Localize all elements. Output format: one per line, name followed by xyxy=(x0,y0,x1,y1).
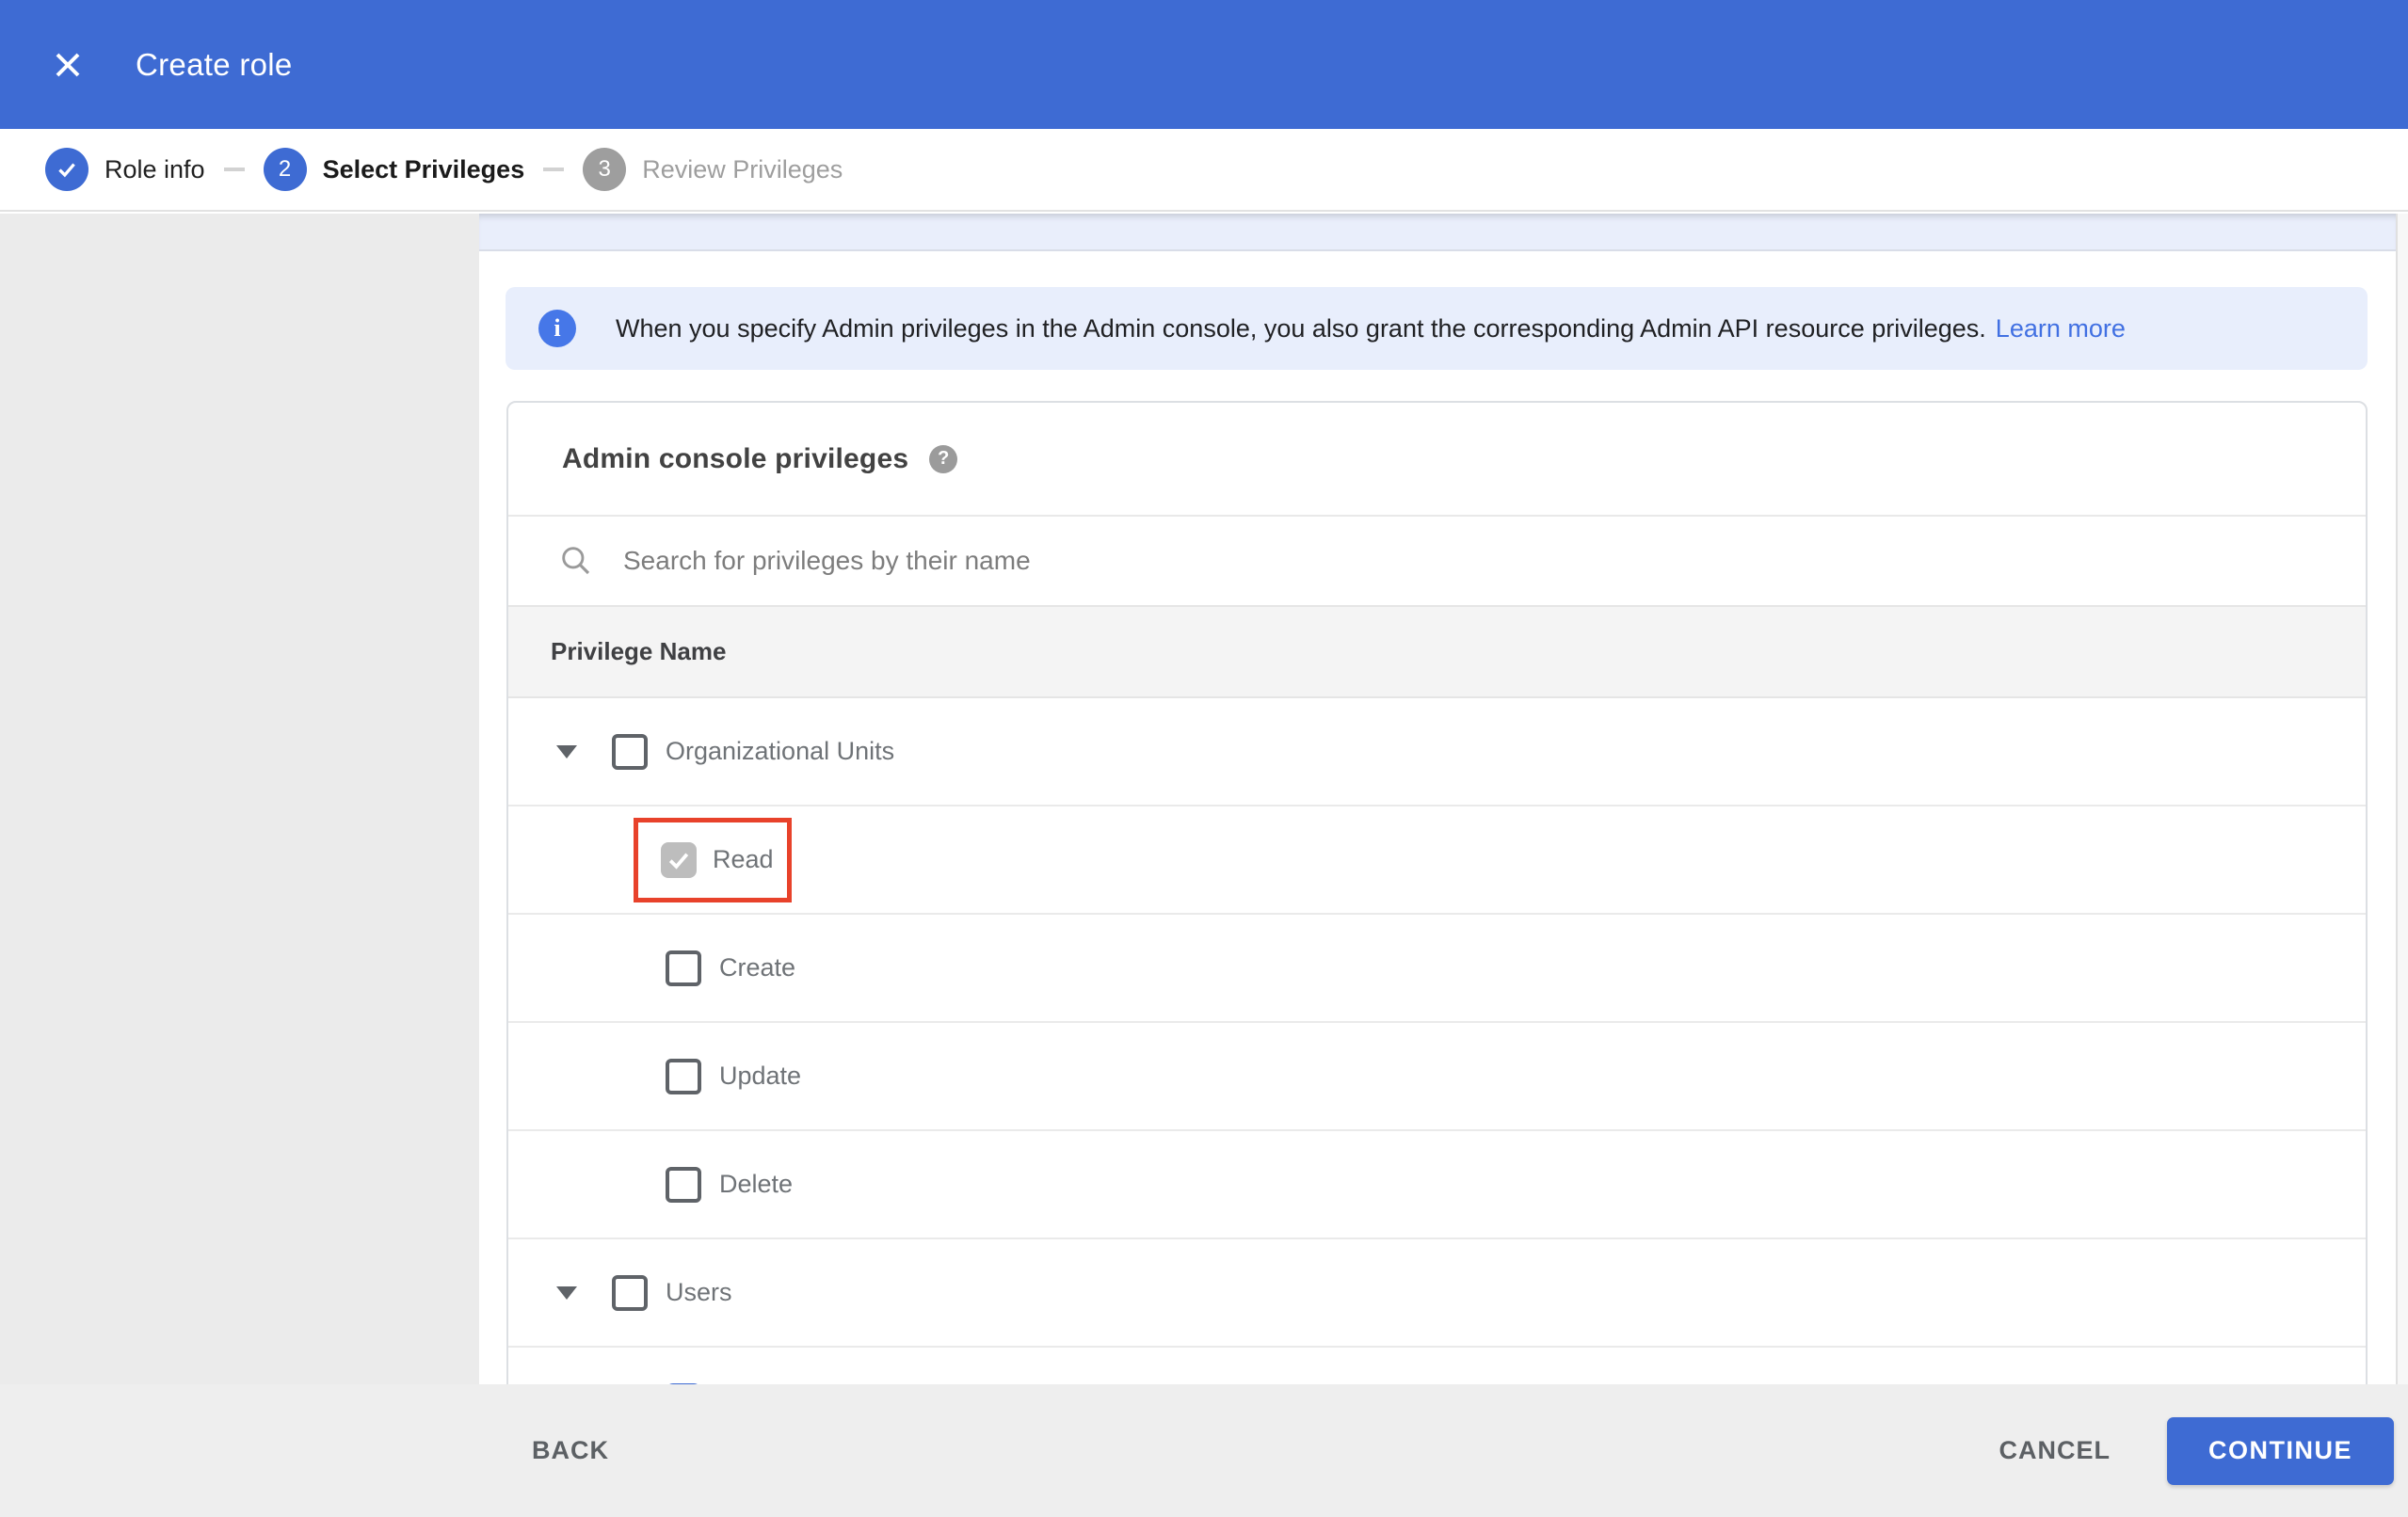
table-column-header: Privilege Name xyxy=(508,605,2366,698)
step-label: Role info xyxy=(104,154,205,184)
page-title: Create role xyxy=(136,46,293,82)
info-banner: i When you specify Admin privileges in t… xyxy=(506,287,2368,370)
step-select-privileges[interactable]: 2 Select Privileges xyxy=(263,148,525,191)
checkbox-organizational-units[interactable] xyxy=(612,733,648,770)
tutorial-highlight-box: Read xyxy=(634,817,792,902)
main-area: i When you specify Admin privileges in t… xyxy=(0,214,2408,1384)
privilege-row-users: Users xyxy=(508,1239,2366,1348)
privilege-label: Update xyxy=(719,1062,802,1090)
step-label: Review Privileges xyxy=(642,154,843,184)
vertical-scrollbar[interactable] xyxy=(2396,214,2408,1384)
privilege-label: Delete xyxy=(719,1170,794,1198)
privilege-row-read-org-units: Read xyxy=(508,806,2366,915)
step-connector xyxy=(223,168,245,171)
privilege-row-update: Update xyxy=(508,1023,2366,1131)
info-icon: i xyxy=(538,310,576,347)
cancel-button[interactable]: CANCEL xyxy=(1981,1423,2130,1478)
continue-button[interactable]: CONTINUE xyxy=(2167,1416,2394,1485)
title-bar: Create role xyxy=(0,0,2408,129)
collapse-arrow-icon[interactable] xyxy=(556,1285,577,1300)
checkbox-users[interactable] xyxy=(612,1274,648,1311)
privilege-label: Create xyxy=(719,953,796,982)
scrolled-content-peek xyxy=(479,214,2396,251)
checkbox-read-org-units[interactable] xyxy=(661,841,697,878)
checkbox-create[interactable] xyxy=(666,950,701,986)
privilege-row-organizational-units: Organizational Units xyxy=(508,698,2366,806)
section-title: Admin console privileges xyxy=(562,442,909,474)
step-role-info[interactable]: Role info xyxy=(45,148,205,191)
back-button[interactable]: BACK xyxy=(513,1423,628,1478)
step-complete-circle xyxy=(45,148,88,191)
step-number: 3 xyxy=(583,148,627,191)
step-number: 2 xyxy=(263,148,307,191)
privilege-label: Users xyxy=(666,1278,732,1306)
search-input[interactable] xyxy=(621,545,2366,577)
help-icon[interactable]: ? xyxy=(929,444,958,473)
close-icon xyxy=(56,53,80,76)
privilege-row-create: Create xyxy=(508,915,2366,1023)
step-label: Select Privileges xyxy=(322,154,525,184)
stepper: Role info 2 Select Privileges 3 Review P… xyxy=(0,129,2408,212)
left-panel xyxy=(0,214,479,1384)
privilege-label: Organizational Units xyxy=(666,737,895,765)
privilege-row-delete: Delete xyxy=(508,1131,2366,1239)
search-row xyxy=(508,517,2366,605)
search-icon xyxy=(558,543,594,579)
footer-action-bar: BACK CANCEL CONTINUE xyxy=(0,1384,2408,1517)
card-heading: Admin console privileges ? xyxy=(508,403,2366,517)
privilege-label: Read xyxy=(713,845,774,873)
privilege-row-read-users: Read xyxy=(508,1348,2366,1384)
step-review-privileges[interactable]: 3 Review Privileges xyxy=(583,148,843,191)
privileges-card: Admin console privileges ? Privilege Nam… xyxy=(506,401,2368,1384)
checkbox-update[interactable] xyxy=(666,1058,701,1094)
close-button[interactable] xyxy=(47,44,88,86)
check-icon xyxy=(668,853,689,870)
learn-more-link[interactable]: Learn more xyxy=(1996,314,2126,343)
content-panel: i When you specify Admin privileges in t… xyxy=(479,214,2408,1384)
collapse-arrow-icon[interactable] xyxy=(556,744,577,758)
info-banner-text: When you specify Admin privileges in the… xyxy=(616,313,1986,343)
step-connector xyxy=(543,168,565,171)
check-icon xyxy=(58,163,75,178)
checkbox-delete[interactable] xyxy=(666,1166,701,1203)
